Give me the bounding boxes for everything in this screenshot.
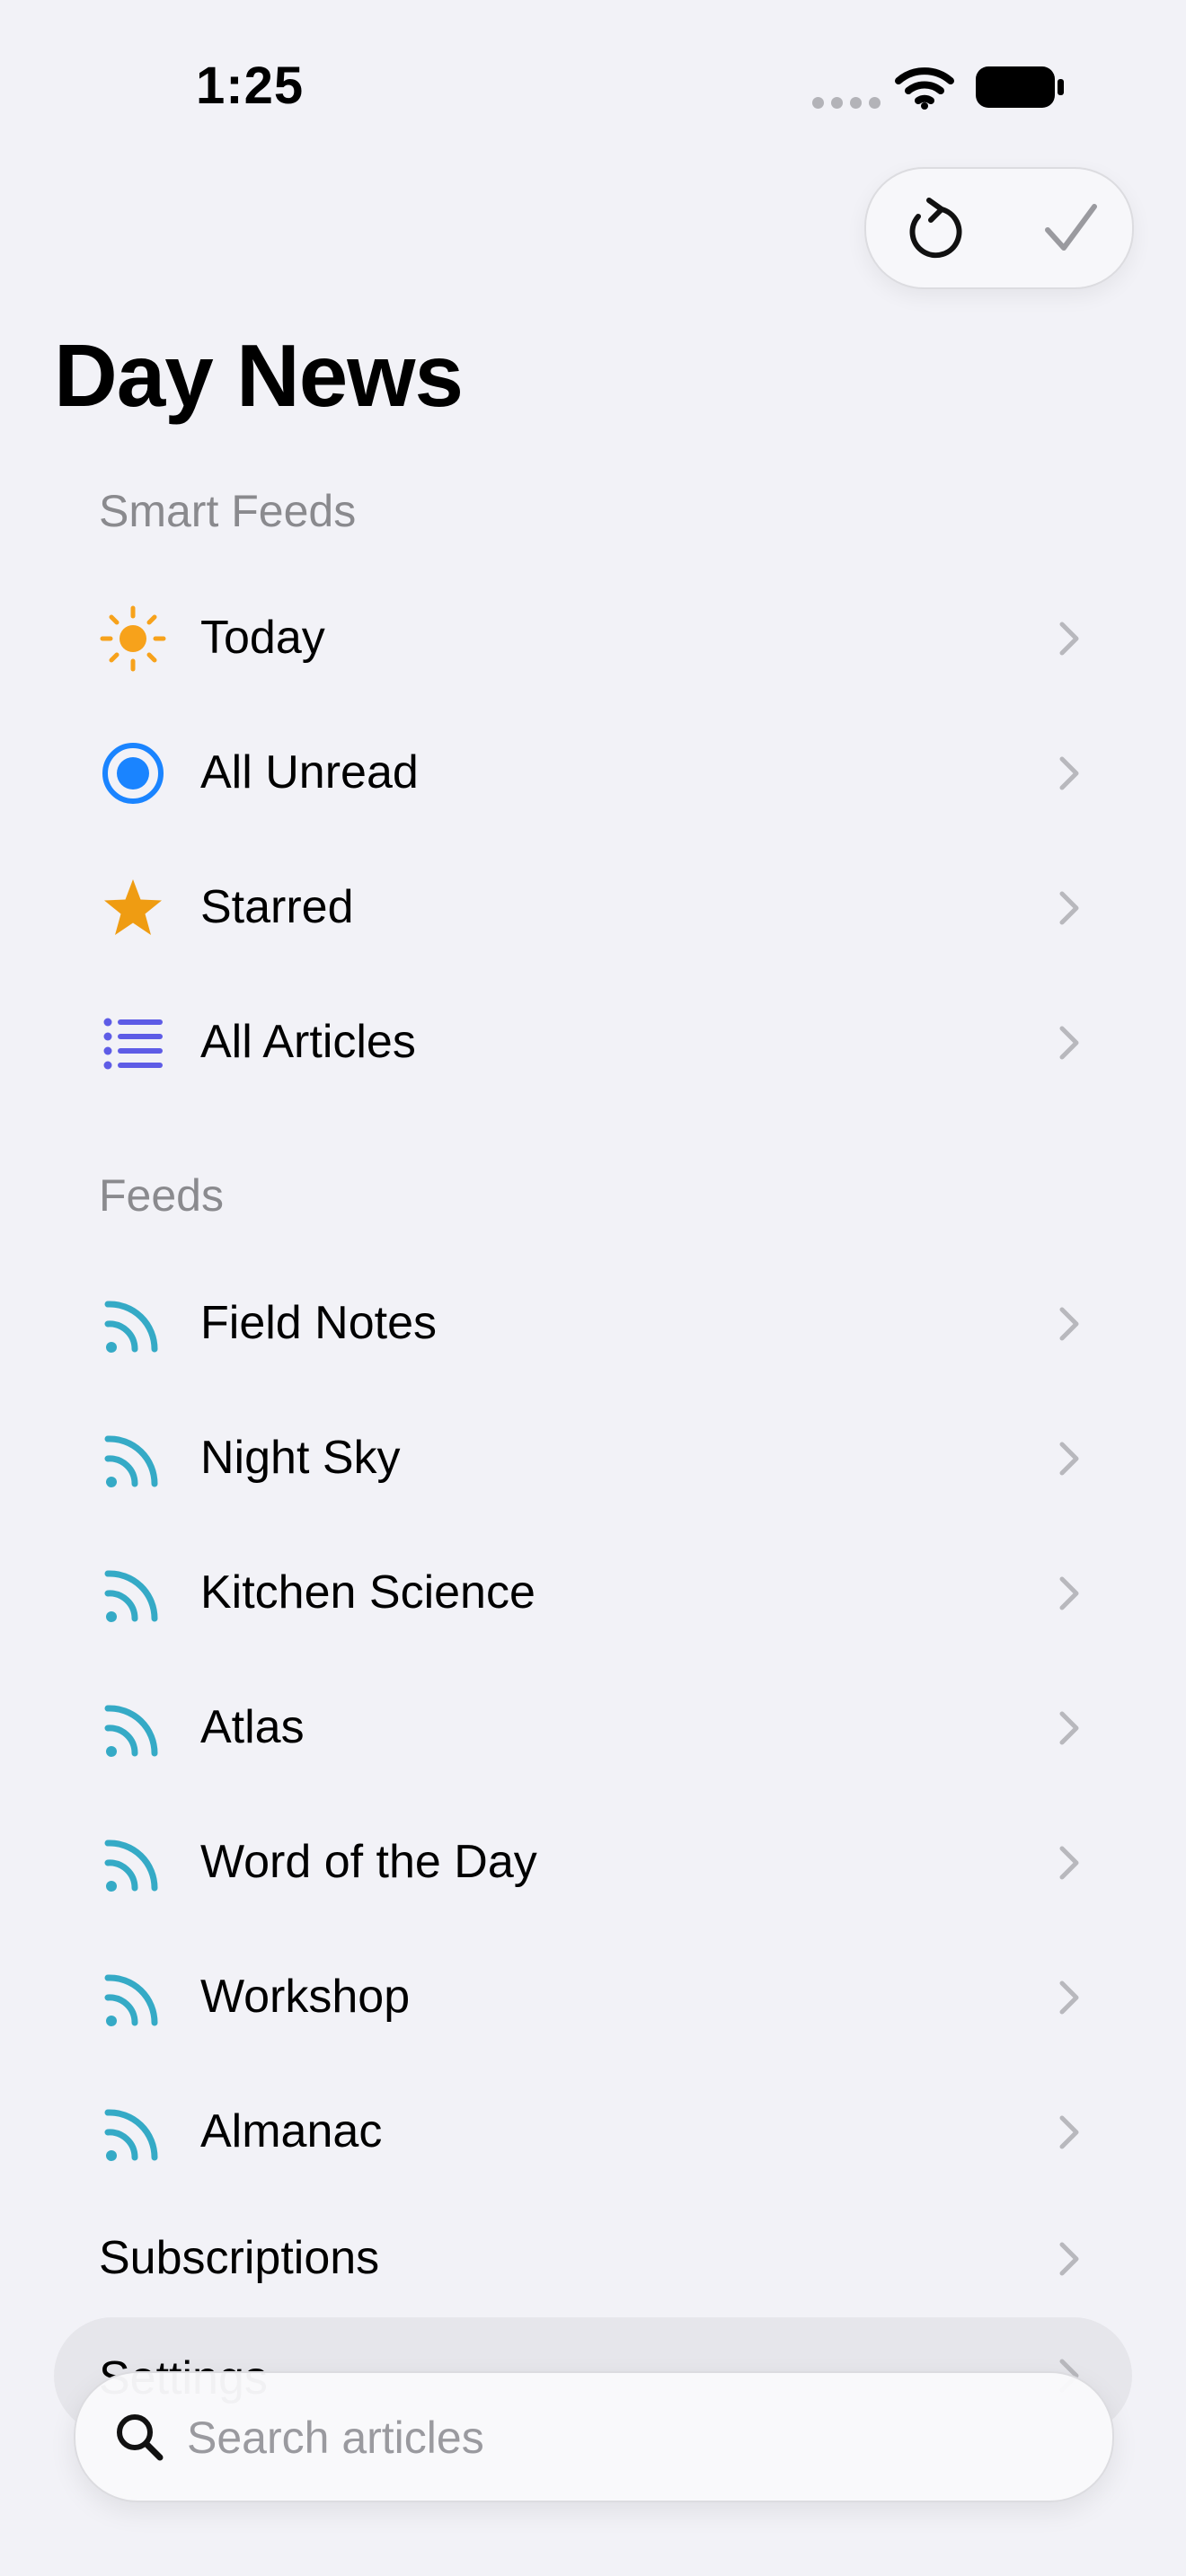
section-header-feeds: Feeds	[99, 1170, 224, 1221]
chevron-right-icon	[1059, 2242, 1079, 2276]
toolbar-pill	[864, 167, 1134, 289]
page-title: Day News	[54, 326, 464, 425]
feed-row-night-sky[interactable]: Night Sky	[54, 1391, 1132, 1526]
feed-row-word-of-the-day[interactable]: Word of the Day	[54, 1795, 1132, 1930]
refresh-button[interactable]	[900, 194, 969, 262]
chevron-right-icon	[1059, 1026, 1079, 1060]
star-icon	[99, 874, 167, 942]
sun-icon	[99, 604, 167, 673]
rss-icon	[99, 1694, 167, 1762]
unread-dot-icon	[99, 739, 167, 807]
rss-icon	[99, 1290, 167, 1358]
row-label: All Unread	[200, 746, 419, 798]
row-label: Almanac	[200, 2105, 383, 2157]
chevron-right-icon	[1059, 1442, 1079, 1476]
row-label: Today	[200, 612, 325, 664]
rss-icon	[99, 1963, 167, 2032]
row-label: Word of the Day	[200, 1836, 537, 1888]
feed-row-almanac[interactable]: Almanac	[54, 2065, 1132, 2200]
chevron-right-icon	[1059, 1576, 1079, 1610]
refresh-icon	[909, 198, 962, 259]
feed-row-atlas[interactable]: Atlas	[54, 1661, 1132, 1795]
subscriptions-label: Subscriptions	[99, 2232, 380, 2284]
row-label: All Articles	[200, 1016, 416, 1068]
rss-icon	[99, 1829, 167, 1897]
chevron-right-icon	[1059, 1307, 1079, 1341]
row-label: Field Notes	[200, 1297, 437, 1349]
checkmark-icon	[1045, 204, 1097, 251]
row-label: Starred	[200, 881, 354, 933]
chevron-right-icon	[1059, 622, 1079, 656]
feed-row-workshop[interactable]: Workshop	[54, 1930, 1132, 2065]
cellular-signal-icon	[812, 97, 881, 109]
row-label: Kitchen Science	[200, 1566, 535, 1619]
smart-feed-row-all-unread[interactable]: All Unread	[54, 706, 1132, 841]
rss-icon	[99, 1425, 167, 1493]
mark-all-read-button[interactable]	[1037, 194, 1105, 262]
row-label: Night Sky	[200, 1432, 401, 1484]
status-bar: 1:25	[0, 0, 1186, 171]
chevron-right-icon	[1059, 1846, 1079, 1880]
list-icon	[99, 1009, 167, 1077]
wifi-icon	[895, 67, 954, 110]
search-input[interactable]	[185, 2405, 1069, 2470]
home-indicator-area	[0, 2515, 1186, 2576]
smart-feed-row-all-articles[interactable]: All Articles	[54, 975, 1132, 1110]
battery-icon	[976, 66, 1064, 108]
search-bar[interactable]	[74, 2371, 1114, 2502]
row-label: Workshop	[200, 1971, 411, 2023]
smart-feed-row-today[interactable]: Today	[54, 571, 1132, 706]
chevron-right-icon	[1059, 891, 1079, 925]
subscriptions-row[interactable]: Subscriptions	[54, 2192, 1132, 2326]
rss-icon	[99, 2098, 167, 2166]
chevron-right-icon	[1059, 1711, 1079, 1745]
rss-icon	[99, 1559, 167, 1628]
feed-row-field-notes[interactable]: Field Notes	[54, 1257, 1132, 1391]
search-icon	[117, 2414, 164, 2461]
smart-feed-row-starred[interactable]: Starred	[54, 841, 1132, 975]
row-label: Atlas	[200, 1701, 305, 1753]
chevron-right-icon	[1059, 1981, 1079, 2015]
status-time: 1:25	[196, 57, 305, 115]
feed-row-kitchen-science[interactable]: Kitchen Science	[54, 1526, 1132, 1661]
chevron-right-icon	[1059, 756, 1079, 790]
chevron-right-icon	[1059, 2115, 1079, 2149]
section-header-smart-feeds: Smart Feeds	[99, 486, 357, 536]
